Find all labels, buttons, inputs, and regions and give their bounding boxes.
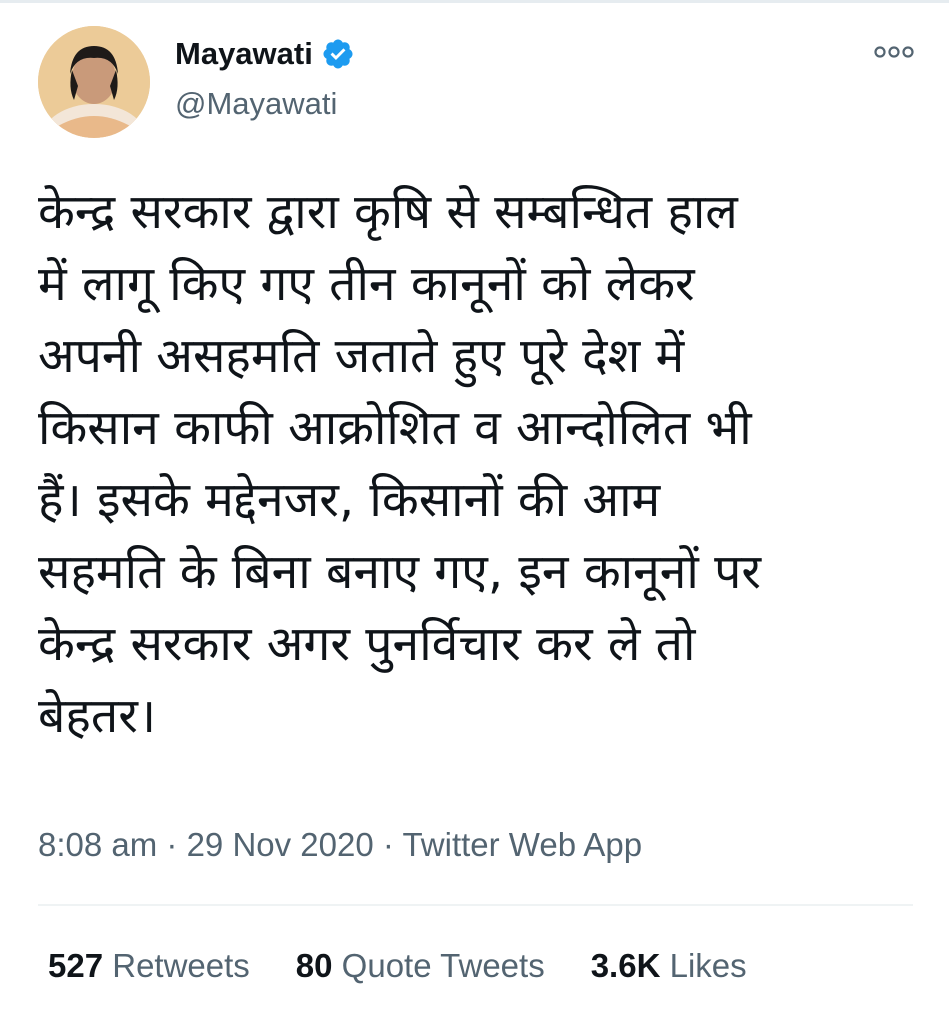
meta-separator: · [373,826,403,863]
author-display-name[interactable]: Mayawati [175,34,355,74]
likes-label: Likes [660,947,747,984]
tweet-text: केन्द्र सरकार द्वारा कृषि से सम्बन्धित ह… [38,176,918,752]
stats-divider [38,904,913,906]
retweets-label: Retweets [103,947,250,984]
tweet-stats: 527 Retweets 80 Quote Tweets 3.6K Likes [48,944,793,988]
meta-separator: · [157,826,187,863]
likes-count: 3.6K [590,947,661,984]
author-handle[interactable]: @Mayawati [175,84,337,124]
author-name-text[interactable]: Mayawati [175,34,313,74]
tweet-text-line: सहमति के बिना बनाए गए, इन कानूनों पर [38,544,761,600]
tweet-text-line: किसान काफी आक्रोशित व आन्दोलित भी [38,400,752,456]
more-options-icon[interactable] [872,40,916,64]
avatar[interactable] [38,26,150,138]
top-divider [0,0,949,3]
quote-tweets-stat[interactable]: 80 Quote Tweets [296,944,545,988]
tweet-text-line: केन्द्र सरकार अगर पुनर्विचार कर ले तो [38,616,696,672]
tweet-text-line: बेहतर। [38,688,157,744]
avatar-image [38,26,150,138]
likes-stat[interactable]: 3.6K Likes [591,944,747,988]
retweets-count: 527 [48,947,104,984]
quote-tweets-label: Quote Tweets [332,947,545,984]
verified-badge-icon [323,39,353,69]
tweet-text-line: केन्द्र सरकार द्वारा कृषि से सम्बन्धित ह… [38,184,738,240]
tweet-text-line: में लागू किए गए तीन कानूनों को लेकर [38,256,695,312]
tweet-source[interactable]: Twitter Web App [402,826,642,863]
tweet-date[interactable]: 29 Nov 2020 [187,826,374,863]
tweet-text-line: अपनी असहमति जताते हुए पूरे देश में [38,328,685,384]
quote-tweets-count: 80 [295,947,333,984]
tweet-text-line: हैं। इसके मद्देनजर, किसानों की आम [38,472,661,528]
tweet-meta: 8:08 am · 29 Nov 2020 · Twitter Web App [38,823,642,867]
retweets-stat[interactable]: 527 Retweets [48,944,250,988]
tweet-time[interactable]: 8:08 am [38,826,157,863]
